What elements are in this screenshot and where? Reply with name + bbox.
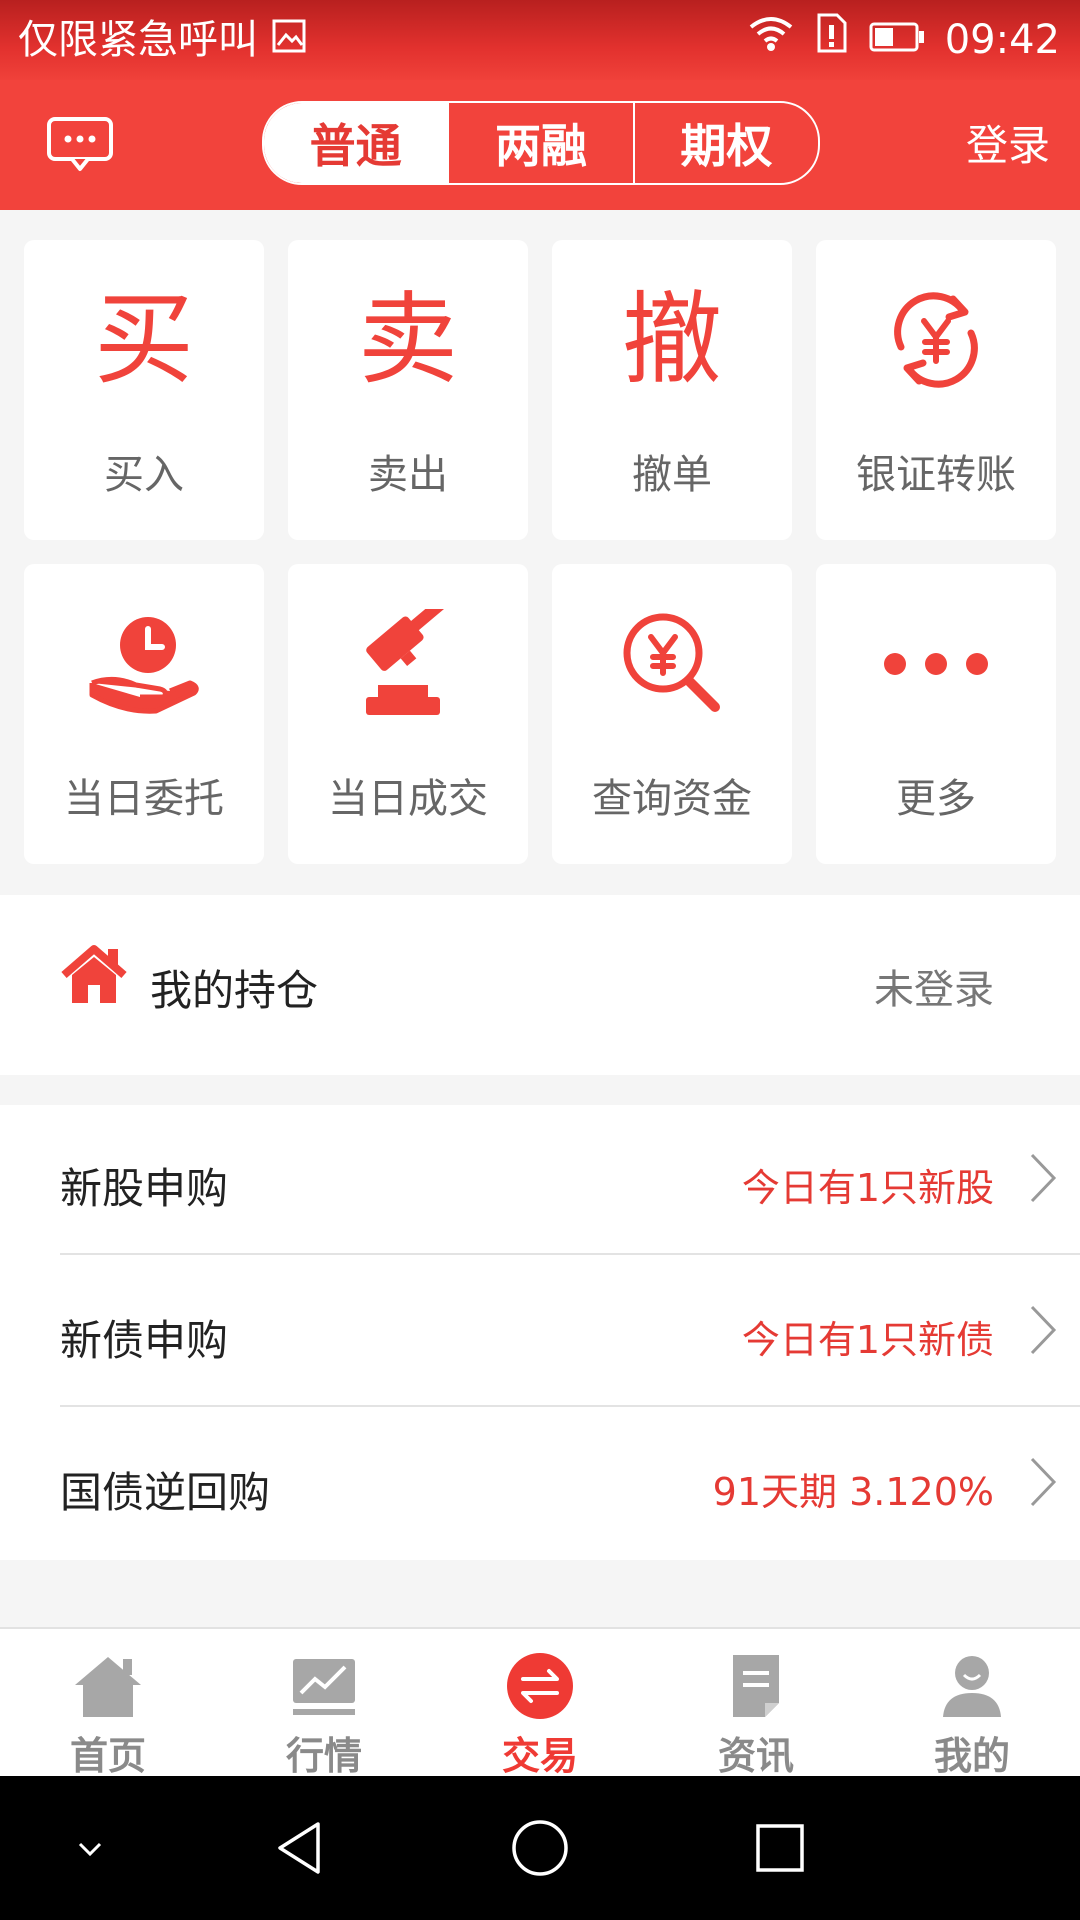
cancel-order-icon: 撤 (622, 281, 722, 398)
market-chart-icon (293, 1659, 355, 1715)
status-right: 09:42 (747, 10, 1060, 70)
bottom-tab-bar: 首页 行情 交易 资讯 我的 (0, 1627, 1080, 1778)
order-clock-icon (89, 617, 199, 714)
row-name: 新债申购 (60, 1316, 229, 1365)
bond-subscription-row[interactable]: 新债申购 今日有1只新债 (0, 1257, 1080, 1407)
row-name: 新股申购 (60, 1164, 229, 1213)
battery-icon (869, 10, 925, 70)
status-left: 仅限紧急呼叫 (18, 10, 306, 70)
cancel-order-tile[interactable]: 撤 撤单 (552, 240, 792, 540)
quick-action-grid: 买 买入 卖 卖出 撤 撤单 银证转账 当日委托 当日成交 查询资金 更多 (24, 240, 1056, 864)
today-trades-tile[interactable]: 当日成交 (288, 564, 528, 864)
more-label: 更多 (896, 776, 976, 822)
fund-query-label: 查询资金 (592, 776, 752, 822)
home-icon (75, 1657, 141, 1717)
row-divider (60, 1253, 1080, 1255)
home-circle-icon[interactable] (508, 1816, 572, 1880)
tab-news[interactable]: 资讯 (648, 1629, 864, 1778)
today-orders-tile[interactable]: 当日委托 (24, 564, 264, 864)
sell-tile[interactable]: 卖 卖出 (288, 240, 528, 540)
status-bar: 仅限紧急呼叫 09:42 (0, 0, 1080, 80)
home-red-icon (61, 945, 127, 1003)
fund-search-icon (623, 613, 720, 712)
back-icon[interactable] (268, 1816, 332, 1880)
sell-label: 卖出 (368, 452, 448, 498)
bank-transfer-tile[interactable]: 银证转账 (816, 240, 1056, 540)
message-button[interactable] (46, 116, 146, 180)
more-icon (884, 653, 988, 675)
cancel-order-label: 撤单 (632, 452, 712, 498)
clock-time: 09:42 (944, 17, 1060, 63)
chevron-right-icon (1030, 1153, 1057, 1203)
row-value: 今日有1只新债 (741, 1318, 994, 1362)
tab-home-label: 首页 (69, 1734, 146, 1778)
buy-tile[interactable]: 买 买入 (24, 240, 264, 540)
carrier-text: 仅限紧急呼叫 (18, 17, 258, 63)
tab-trade-label: 交易 (501, 1734, 578, 1778)
tab-options[interactable]: 期权 (632, 103, 818, 183)
system-navigation-bar (0, 1776, 1080, 1920)
tab-market[interactable]: 行情 (216, 1629, 432, 1778)
tab-margin[interactable]: 两融 (447, 103, 632, 183)
tab-normal[interactable]: 普通 (264, 103, 448, 183)
hide-keyboard-icon[interactable] (58, 1816, 122, 1880)
row-value: 今日有1只新股 (741, 1166, 994, 1210)
holdings-status: 未登录 (874, 967, 994, 1013)
tab-profile-label: 我的 (933, 1734, 1010, 1778)
chevron-right-icon (1030, 1305, 1057, 1355)
fund-query-tile[interactable]: 查询资金 (552, 564, 792, 864)
my-holdings-section[interactable]: 我的持仓 未登录 (0, 895, 1080, 1075)
bank-transfer-icon (894, 292, 978, 388)
row-divider (60, 1405, 1080, 1407)
wifi-icon (747, 10, 795, 70)
chat-bubble-icon (47, 117, 113, 171)
tab-home[interactable]: 首页 (0, 1629, 216, 1778)
more-tile[interactable]: 更多 (816, 564, 1056, 864)
login-button[interactable]: 登录 (966, 114, 1050, 178)
top-bar: 普通 两融 期权 登录 (0, 80, 1080, 210)
today-trades-label: 当日成交 (328, 776, 488, 822)
trade-exchange-icon (507, 1653, 573, 1719)
today-orders-label: 当日委托 (64, 776, 224, 822)
image-notification-icon (272, 10, 306, 70)
profile-icon (943, 1656, 1001, 1717)
account-type-tabs: 普通 两融 期权 (262, 101, 820, 185)
tab-trade[interactable]: 交易 (432, 1629, 648, 1778)
news-icon (733, 1655, 779, 1717)
sim-alert-icon (815, 10, 849, 70)
row-value: 91天期 3.120% (712, 1470, 994, 1514)
reverse-repo-row[interactable]: 国债逆回购 91天期 3.120% (0, 1409, 1080, 1559)
ipo-subscription-row[interactable]: 新股申购 今日有1只新股 (0, 1105, 1080, 1255)
gavel-icon (366, 609, 448, 715)
subscription-list: 新股申购 今日有1只新股 新债申购 今日有1只新债 国债逆回购 91天期 3.1… (0, 1105, 1080, 1560)
row-name: 国债逆回购 (60, 1468, 271, 1517)
tab-profile[interactable]: 我的 (864, 1629, 1080, 1778)
bank-transfer-label: 银证转账 (856, 452, 1016, 498)
tab-market-label: 行情 (285, 1734, 362, 1778)
holdings-title: 我的持仓 (150, 966, 319, 1015)
buy-label: 买入 (104, 452, 184, 498)
buy-icon: 买 (94, 281, 194, 398)
chevron-right-icon (1030, 1457, 1057, 1507)
sell-icon: 卖 (358, 281, 458, 398)
recents-icon[interactable] (748, 1816, 812, 1880)
tab-news-label: 资讯 (717, 1734, 794, 1778)
